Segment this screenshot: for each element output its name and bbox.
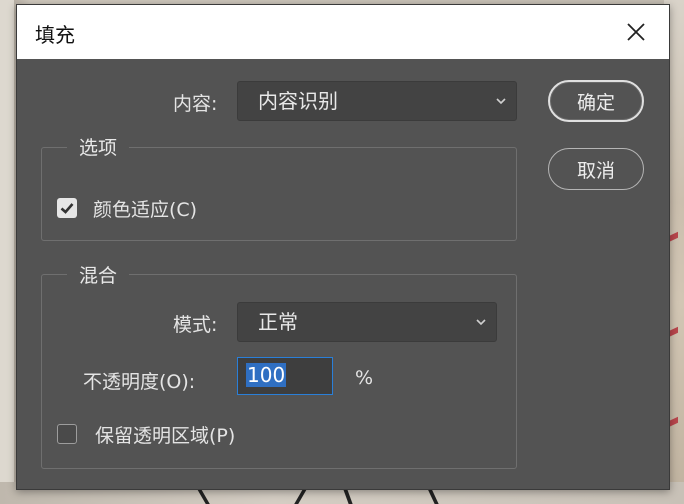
content-select-value: 内容识别 — [258, 89, 338, 113]
cancel-button[interactable]: 取消 — [548, 148, 644, 190]
chevron-down-icon — [496, 98, 506, 105]
ok-button[interactable]: 确定 — [548, 80, 644, 122]
fill-dialog: 填充 内容: 内容识别 确定 取消 选项 颜色适应(C) 混合 模式: 正常 不… — [16, 4, 670, 490]
dialog-title: 填充 — [35, 23, 75, 47]
preserve-transparency-label[interactable]: 保留透明区域(P) — [95, 421, 235, 448]
close-icon — [627, 23, 645, 41]
mode-select[interactable]: 正常 — [237, 302, 497, 342]
opacity-label: 不透明度(O): — [83, 371, 196, 393]
mode-label: 模式: — [173, 314, 218, 336]
content-label: 内容: — [173, 93, 218, 115]
checkmark-icon — [60, 203, 74, 214]
color-adapt-checkbox[interactable] — [57, 198, 77, 218]
mode-select-value: 正常 — [258, 310, 298, 334]
opacity-input[interactable]: 100 — [237, 357, 333, 395]
preserve-transparency-checkbox[interactable] — [57, 424, 77, 444]
title-bar: 填充 — [17, 5, 669, 59]
content-select[interactable]: 内容识别 — [237, 81, 517, 121]
close-button[interactable] — [621, 17, 651, 47]
chevron-down-icon — [476, 319, 486, 326]
opacity-unit: % — [355, 367, 374, 389]
options-group — [41, 147, 517, 241]
options-legend: 选项 — [67, 133, 130, 160]
color-adapt-label[interactable]: 颜色适应(C) — [93, 195, 197, 222]
blend-legend: 混合 — [67, 261, 130, 288]
opacity-value: 100 — [246, 363, 287, 387]
